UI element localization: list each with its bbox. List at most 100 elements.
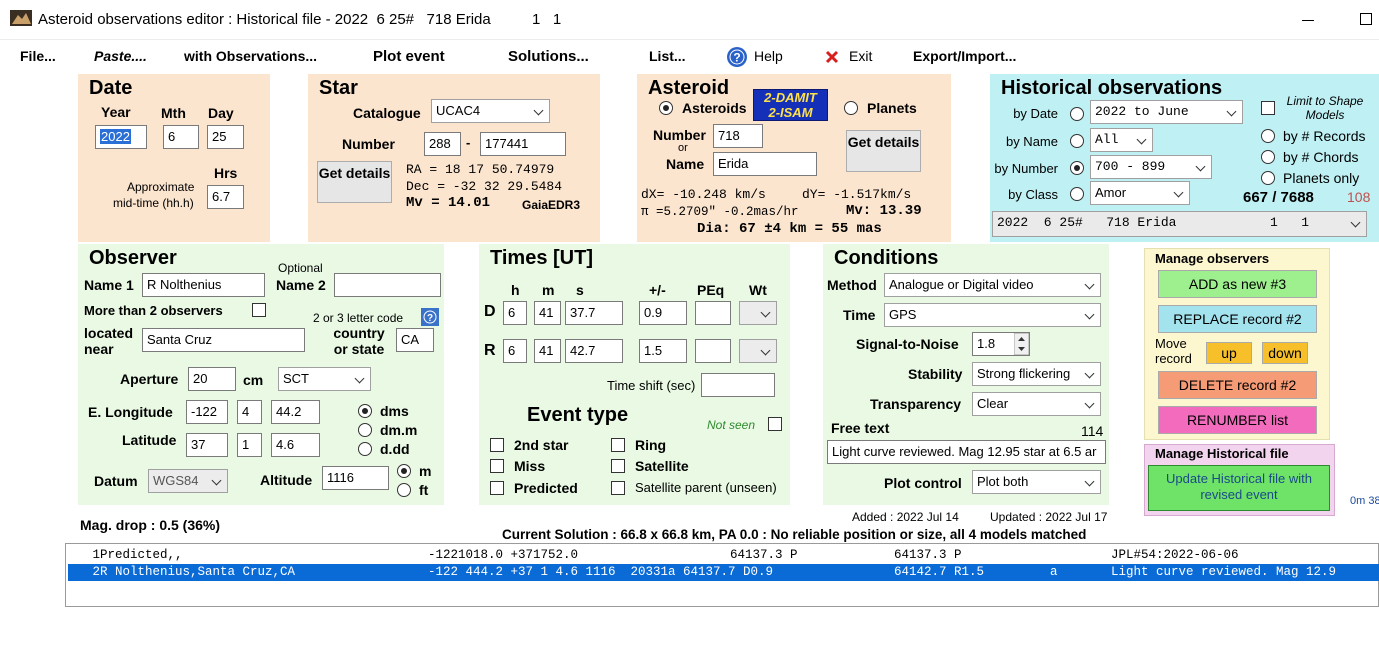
altitude-input[interactable]: 1116 xyxy=(322,466,389,490)
event-miss-checkbox[interactable] xyxy=(490,459,504,473)
asteroids-radio[interactable] xyxy=(659,101,673,115)
d-wt-select[interactable] xyxy=(739,301,777,325)
planets-only-radio[interactable] xyxy=(1261,171,1275,185)
by-name-select[interactable]: All xyxy=(1090,128,1153,152)
update-historical-button[interactable]: Update Historical file with revised even… xyxy=(1148,465,1330,511)
d-peq-input[interactable] xyxy=(695,301,731,325)
day-input[interactable]: 25 xyxy=(207,125,244,149)
asteroid-name-input[interactable]: Erida xyxy=(713,152,817,176)
menu-solutions[interactable]: Solutions... xyxy=(508,48,589,65)
plot-control-select[interactable]: Plot both xyxy=(972,470,1101,494)
by-class-select[interactable]: Amor xyxy=(1090,181,1190,205)
country-input[interactable]: CA xyxy=(396,328,434,352)
name2-input[interactable] xyxy=(334,273,441,297)
menu-help[interactable]: Help xyxy=(754,48,783,64)
sort-chords-radio[interactable] xyxy=(1261,150,1275,164)
event-select[interactable]: 2022 6 25# 718 Erida 1 1 xyxy=(992,211,1367,237)
by-date-radio[interactable] xyxy=(1070,107,1084,121)
format-ddd-radio[interactable] xyxy=(358,442,372,456)
event-satellite-checkbox[interactable] xyxy=(611,459,625,473)
planets-radio[interactable] xyxy=(844,101,858,115)
sort-records-radio[interactable] xyxy=(1261,129,1275,143)
event-ring-label: Ring xyxy=(635,437,667,453)
minimize-icon[interactable] xyxy=(1302,20,1314,21)
year-input[interactable]: 2022 xyxy=(95,125,147,149)
move-down-button[interactable]: down xyxy=(1262,342,1308,364)
d-sec-input[interactable]: 37.7 xyxy=(565,301,623,325)
replace-record-button[interactable]: REPLACE record #2 xyxy=(1158,305,1317,333)
snr-spinner-icon[interactable] xyxy=(1014,333,1029,355)
menu-export-import[interactable]: Export/Import... xyxy=(913,48,1016,64)
stability-select[interactable]: Strong flickering xyxy=(972,362,1101,386)
latitude-sec-input[interactable]: 4.6 xyxy=(271,433,320,457)
menu-with-observations[interactable]: with Observations... xyxy=(184,48,317,64)
r-wt-select[interactable] xyxy=(739,339,777,363)
altitude-ft-radio[interactable] xyxy=(397,483,411,497)
month-input[interactable]: 6 xyxy=(163,125,199,149)
d-min-input[interactable]: 41 xyxy=(534,301,561,325)
r-hour-input[interactable]: 6 xyxy=(503,339,527,363)
r-pm-input[interactable]: 1.5 xyxy=(639,339,687,363)
r-min-input[interactable]: 41 xyxy=(534,339,561,363)
star-get-details-button[interactable]: Get details xyxy=(317,161,392,203)
by-class-radio[interactable] xyxy=(1070,187,1084,201)
record-row[interactable]: 1Predicted,, -1221018.0 +371752.0 64137.… xyxy=(68,547,1379,564)
longitude-sec-input[interactable]: 44.2 xyxy=(271,400,320,424)
not-seen-checkbox[interactable] xyxy=(768,417,782,431)
d-pm-input[interactable]: 0.9 xyxy=(639,301,687,325)
star-zone-input[interactable]: 288 xyxy=(424,132,461,156)
event-sat-parent-checkbox[interactable] xyxy=(611,481,625,495)
format-dms-radio[interactable] xyxy=(358,404,372,418)
free-text-input[interactable]: Light curve reviewed. Mag 12.95 star at … xyxy=(827,440,1106,464)
event-2nd-star-checkbox[interactable] xyxy=(490,438,504,452)
exit-icon[interactable] xyxy=(825,50,839,64)
conditions-panel: Conditions Method Analogue or Digital vi… xyxy=(823,244,1109,505)
r-sec-input[interactable]: 42.7 xyxy=(565,339,623,363)
delete-record-button[interactable]: DELETE record #2 xyxy=(1158,371,1317,399)
d-hour-input[interactable]: 6 xyxy=(503,301,527,325)
menu-plot-event[interactable]: Plot event xyxy=(373,48,445,65)
asteroid-number-input[interactable]: 718 xyxy=(713,124,763,148)
datum-select[interactable]: WGS84 xyxy=(148,469,228,493)
renumber-list-button[interactable]: RENUMBER list xyxy=(1158,406,1317,434)
menu-exit[interactable]: Exit xyxy=(849,48,872,64)
event-predicted-checkbox[interactable] xyxy=(490,481,504,495)
latitude-min-input[interactable]: 1 xyxy=(237,433,262,457)
limit-shape-models-checkbox[interactable] xyxy=(1261,101,1275,115)
aperture-input[interactable]: 20 xyxy=(188,367,236,391)
hrs-input[interactable]: 6.7 xyxy=(207,185,244,209)
help-icon[interactable]: ? xyxy=(726,46,748,68)
record-row-selected[interactable]: 2R Nolthenius,Santa Cruz,CA -122 444.2 +… xyxy=(68,564,1379,581)
event-ring-checkbox[interactable] xyxy=(611,438,625,452)
longitude-deg-input[interactable]: -122 xyxy=(186,400,228,424)
latitude-deg-input[interactable]: 37 xyxy=(186,433,228,457)
located-input[interactable]: Santa Cruz xyxy=(142,328,305,352)
name1-input[interactable]: R Nolthenius xyxy=(142,273,265,297)
format-dmm-radio[interactable] xyxy=(358,423,372,437)
more-than-2-checkbox[interactable] xyxy=(252,303,266,317)
star-number-input[interactable]: 177441 xyxy=(480,132,566,156)
altitude-m-radio[interactable] xyxy=(397,464,411,478)
method-select[interactable]: Analogue or Digital video xyxy=(884,273,1101,297)
r-peq-input[interactable] xyxy=(695,339,731,363)
add-observer-button[interactable]: ADD as new #3 xyxy=(1158,270,1317,298)
menu-paste[interactable]: Paste.... xyxy=(94,48,147,64)
damit-badge[interactable]: 2-DAMIT 2-ISAM xyxy=(753,89,828,121)
telescope-select[interactable]: SCT xyxy=(278,367,371,391)
time-shift-input[interactable] xyxy=(701,373,775,397)
letter-code-help-icon[interactable]: ? xyxy=(421,308,439,326)
catalogue-select[interactable]: UCAC4 xyxy=(431,99,550,123)
longitude-min-input[interactable]: 4 xyxy=(237,400,262,424)
country-label: country or state xyxy=(333,325,385,357)
menu-list[interactable]: List... xyxy=(649,48,686,64)
menu-file[interactable]: File... xyxy=(20,48,56,64)
move-up-button[interactable]: up xyxy=(1206,342,1252,364)
by-number-select[interactable]: 700 - 899 xyxy=(1090,155,1212,179)
by-name-radio[interactable] xyxy=(1070,134,1084,148)
by-number-radio[interactable] xyxy=(1070,161,1084,175)
asteroid-get-details-button[interactable]: Get details xyxy=(846,130,921,172)
time-source-select[interactable]: GPS xyxy=(884,303,1101,327)
by-date-select[interactable]: 2022 to June xyxy=(1090,100,1243,124)
transparency-select[interactable]: Clear xyxy=(972,392,1101,416)
maximize-icon[interactable] xyxy=(1360,13,1372,25)
